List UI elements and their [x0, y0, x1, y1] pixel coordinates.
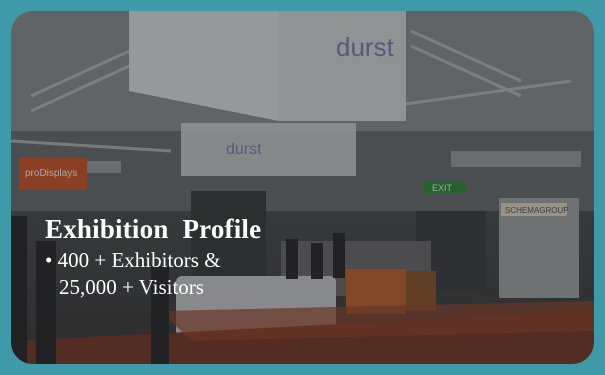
bullet-text-1: 400 + Exhibitors & — [57, 248, 221, 272]
bullet-marker: • — [45, 248, 53, 272]
bullet-line-2: 25,000 + Visitors — [59, 275, 204, 299]
bullet-line-1: • 400 + Exhibitors & — [45, 247, 261, 274]
exhibition-profile-text: Exhibition Profile • 400 + Exhibitors & … — [45, 214, 261, 301]
slide-title: Exhibition Profile — [45, 214, 262, 244]
dark-overlay — [11, 11, 594, 364]
slide-card: durst durst proDisplays EXIT SCHEMAGROUP — [11, 11, 594, 364]
